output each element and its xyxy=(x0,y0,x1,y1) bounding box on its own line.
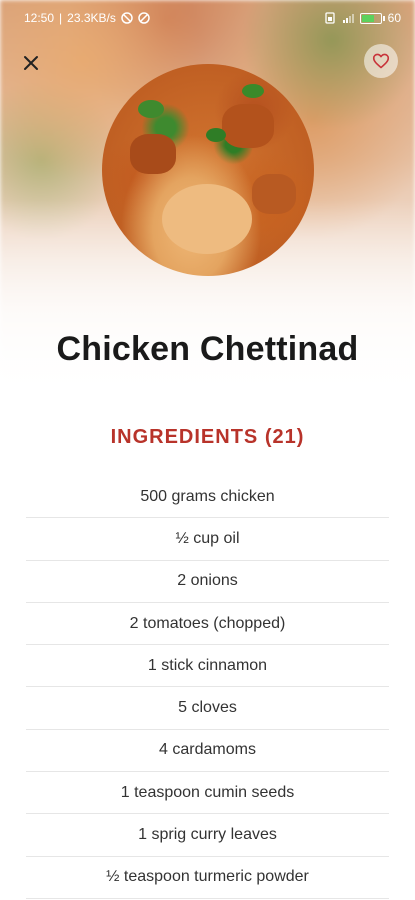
ingredient-item: 1 teaspoon cumin seeds xyxy=(26,772,389,815)
ingredients-heading: INGREDIENTS (21) xyxy=(110,426,305,448)
ingredient-item: ½ teaspoon turmeric powder xyxy=(26,857,389,899)
status-network-speed: 23.3KB/s xyxy=(67,11,116,25)
close-icon xyxy=(24,56,38,70)
ingredient-item: ½ cup oil xyxy=(26,518,389,561)
ingredient-item: 4 cardamoms xyxy=(26,730,389,773)
close-button[interactable] xyxy=(16,48,46,78)
status-divider: | xyxy=(59,11,63,25)
ingredient-item: 1 stick cinnamon xyxy=(26,645,389,688)
ingredient-list: 500 grams chicken ½ cup oil 2 onions 2 t… xyxy=(26,476,389,899)
status-bar: 12:50 | 23.3KB/s 60 xyxy=(0,0,415,36)
dish-photo xyxy=(102,64,314,276)
blocked-icon xyxy=(138,12,150,24)
sim-icon xyxy=(324,12,335,24)
battery-icon xyxy=(359,12,385,24)
ingredients-panel: INGREDIENTS (21) 500 grams chicken ½ cup… xyxy=(0,402,415,900)
ingredient-item: 500 grams chicken xyxy=(26,476,389,519)
battery-level: 60 xyxy=(387,11,401,25)
recipe-title: Chicken Chettinad xyxy=(56,330,359,368)
favorite-button[interactable] xyxy=(364,44,398,78)
ingredient-item: 2 onions xyxy=(26,561,389,603)
ingredient-item: 1 sprig curry leaves xyxy=(26,814,389,857)
heart-outline-icon xyxy=(372,53,390,69)
notification-icon xyxy=(121,12,133,24)
ingredient-item: 2 tomatoes (chopped) xyxy=(26,603,389,646)
signal-icon xyxy=(342,14,354,23)
status-time: 12:50 xyxy=(24,11,55,25)
ingredient-item: 5 cloves xyxy=(26,687,389,730)
